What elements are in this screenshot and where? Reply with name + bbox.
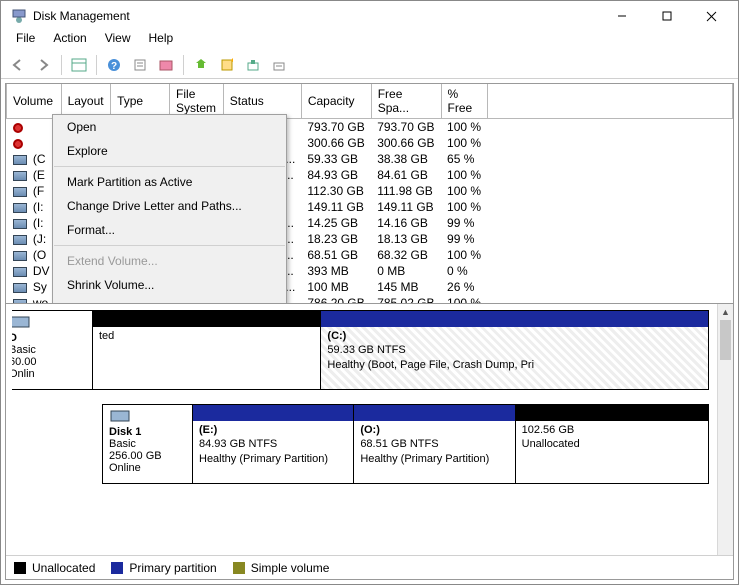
help-icon[interactable]: ? (103, 54, 125, 76)
close-button[interactable] (689, 2, 734, 30)
partition[interactable]: (O:)68.51 GB NTFSHealthy (Primary Partit… (354, 405, 515, 483)
menu-item-mark-partition-as-active[interactable]: Mark Partition as Active (53, 170, 286, 194)
legend-swatch (111, 562, 123, 574)
column-header[interactable]: Free Spa... (371, 84, 441, 119)
partition[interactable]: 102.56 GBUnallocated (516, 405, 708, 483)
drive-icon (13, 251, 27, 261)
maximize-button[interactable] (644, 2, 689, 30)
drive-icon (13, 171, 27, 181)
menu-item-add-mirror[interactable]: Add Mirror... (53, 297, 286, 304)
context-menu: OpenExplore Mark Partition as ActiveChang… (52, 114, 287, 304)
scrollbar[interactable]: ▲ (717, 304, 733, 555)
legend-swatch (233, 562, 245, 574)
disk-row: Disk 1Basic256.00 GBOnline(E:)84.93 GB N… (102, 404, 709, 484)
new-button[interactable] (216, 54, 238, 76)
minimize-button[interactable] (599, 2, 644, 30)
legend-label: Primary partition (129, 561, 216, 575)
drive-icon (13, 283, 27, 293)
drive-icon (13, 267, 27, 277)
menu-action[interactable]: Action (44, 31, 95, 51)
menu-file[interactable]: File (7, 31, 44, 51)
disk-graphical-view[interactable]: DBasic60.00Onlinted(C:)59.33 GB NTFSHeal… (6, 304, 733, 555)
window-title: Disk Management (33, 9, 599, 23)
attach-button[interactable] (242, 54, 264, 76)
menu-item-format[interactable]: Format... (53, 218, 286, 242)
partition-header (354, 405, 514, 421)
drive-icon (13, 155, 27, 165)
back-button[interactable] (7, 54, 29, 76)
error-icon (13, 123, 23, 133)
partition-header (93, 311, 320, 327)
legend-label: Simple volume (251, 561, 330, 575)
drive-icon (13, 219, 27, 229)
partition-header (321, 311, 708, 327)
column-header[interactable]: % Free (441, 84, 487, 119)
drive-icon (13, 187, 27, 197)
svg-text:?: ? (111, 61, 117, 72)
refresh-button[interactable] (155, 54, 177, 76)
legend-label: Unallocated (32, 561, 95, 575)
forward-button[interactable] (33, 54, 55, 76)
prop-button[interactable] (129, 54, 151, 76)
disk-management-window: Disk Management FileActionViewHelp ? Vol… (0, 0, 739, 585)
action-button[interactable] (190, 54, 212, 76)
titlebar: Disk Management (1, 1, 738, 31)
menu-item-shrink-volume[interactable]: Shrink Volume... (53, 273, 286, 297)
volume-list[interactable]: VolumeLayoutTypeFile SystemStatusCapacit… (6, 84, 733, 304)
menu-item-open[interactable]: Open (53, 115, 286, 139)
partition[interactable]: (C:)59.33 GB NTFSHealthy (Boot, Page Fil… (321, 311, 708, 389)
toolbar: ? (1, 51, 738, 79)
menu-view[interactable]: View (96, 31, 140, 51)
view-button[interactable] (68, 54, 90, 76)
menu-item-change-drive-letter-and-paths[interactable]: Change Drive Letter and Paths... (53, 194, 286, 218)
partition[interactable]: ted (93, 311, 321, 389)
column-header[interactable] (487, 84, 732, 119)
partition-header (193, 405, 353, 421)
column-header[interactable]: Capacity (301, 84, 371, 119)
disk-label[interactable]: Disk 1Basic256.00 GBOnline (103, 405, 193, 483)
error-icon (13, 139, 23, 149)
partition-header (516, 405, 708, 421)
content-area: VolumeLayoutTypeFile SystemStatusCapacit… (5, 83, 734, 580)
menu-help[interactable]: Help (140, 31, 183, 51)
scroll-up-button[interactable]: ▲ (718, 304, 733, 320)
menu-item-extend-volume: Extend Volume... (53, 249, 286, 273)
disk-label[interactable]: DBasic60.00Onlin (12, 311, 93, 389)
disk-row: DBasic60.00Onlinted(C:)59.33 GB NTFSHeal… (12, 310, 709, 390)
legend-swatch (14, 562, 26, 574)
legend: Unallocated Primary partition Simple volum… (6, 555, 733, 579)
partition[interactable]: (E:)84.93 GB NTFSHealthy (Primary Partit… (193, 405, 354, 483)
menu-item-explore[interactable]: Explore (53, 139, 286, 163)
menubar: FileActionViewHelp (1, 31, 738, 51)
app-icon (11, 8, 27, 24)
detach-button[interactable] (268, 54, 290, 76)
drive-icon (13, 203, 27, 213)
scroll-thumb[interactable] (720, 320, 731, 360)
drive-icon (13, 235, 27, 245)
